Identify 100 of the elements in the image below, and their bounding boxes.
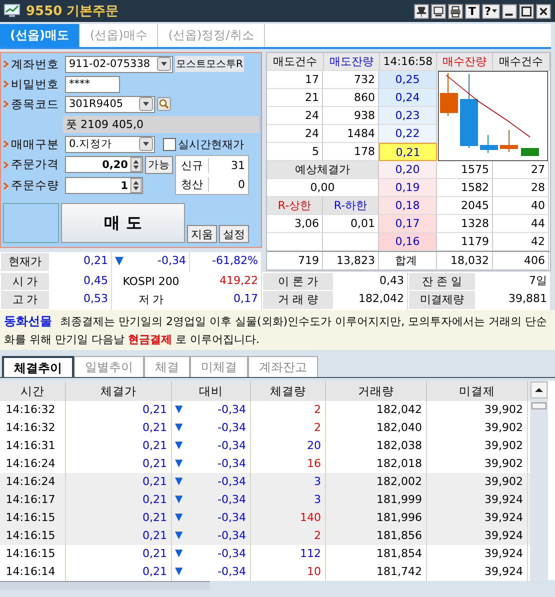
bid-quantity: 2045 bbox=[437, 197, 493, 215]
help-button[interactable]: ? bbox=[482, 4, 500, 18]
font-button[interactable]: T bbox=[464, 4, 480, 18]
clear-button[interactable]: 지움 bbox=[187, 225, 217, 243]
field-label: 주문가격 bbox=[11, 157, 60, 172]
down-sign: ▼ bbox=[175, 439, 183, 453]
spinner-icon[interactable] bbox=[130, 178, 142, 193]
info-value: 7일 bbox=[476, 272, 551, 292]
horizontal-scrollbar[interactable] bbox=[0, 581, 210, 590]
total-bid-count: 406 bbox=[493, 252, 549, 270]
info-value: 0,43 bbox=[334, 272, 408, 292]
view-tab[interactable]: 미체결 bbox=[190, 356, 248, 377]
ask-count: 17 bbox=[267, 71, 323, 89]
bid-quantity: 1328 bbox=[437, 215, 493, 233]
close-icon[interactable] bbox=[536, 4, 551, 18]
quantity-field[interactable]: 1 bbox=[65, 177, 143, 194]
view-tab[interactable]: 체결추이 bbox=[2, 356, 74, 377]
down-sign: ▼ bbox=[175, 529, 183, 543]
table-cell-text: -0,34 bbox=[218, 456, 246, 472]
checkbox[interactable] bbox=[163, 138, 176, 150]
ask-count: 21 bbox=[267, 89, 323, 107]
product-name: 풋 2109 405,0 bbox=[63, 116, 259, 132]
ask-price[interactable]: 0,21 bbox=[379, 143, 437, 161]
ask-count: 24 bbox=[267, 107, 323, 125]
bid-quantity: 1179 bbox=[437, 233, 493, 251]
chevron-icon bbox=[3, 60, 9, 68]
settings-button[interactable]: 설정 bbox=[219, 225, 249, 243]
view-tab[interactable]: 체결 bbox=[144, 356, 190, 377]
notice-text: 동화선물 최종결제는 만기일의 2영업일 이후 실물(외화)인수도가 이루어지지만, 모의투자에서는 거래의 단순화를 위해 만기일 다음날 현금결제 로 이루어집니다. bbox=[0, 310, 555, 350]
table-cell-text: -0,34 bbox=[218, 492, 246, 508]
chevron-icon bbox=[3, 80, 9, 88]
printer-icon[interactable] bbox=[448, 4, 463, 18]
column-header: 매도건수 bbox=[267, 53, 324, 71]
bid-price[interactable]: 0,16 bbox=[379, 233, 437, 251]
info-value: 0,53 bbox=[50, 290, 112, 310]
account-select[interactable]: 911-02-075338 bbox=[65, 56, 173, 72]
bid-count: 27 bbox=[493, 161, 549, 179]
info-label: 현재가 bbox=[0, 252, 50, 272]
ask-price[interactable]: 0,24 bbox=[379, 89, 437, 107]
chevron-icon bbox=[3, 140, 9, 148]
bid-price[interactable]: 0,20 bbox=[379, 161, 437, 179]
table-cell: 39,924 bbox=[427, 563, 528, 581]
position-label: 신규 bbox=[176, 158, 209, 173]
password-field[interactable]: **** bbox=[65, 76, 120, 92]
down-sign: ▼ bbox=[175, 475, 183, 489]
pin-icon[interactable] bbox=[414, 4, 429, 18]
maximize-icon[interactable] bbox=[519, 4, 534, 18]
total-ask-count: 719 bbox=[267, 252, 323, 270]
price-field[interactable]: 0,20 bbox=[65, 156, 143, 173]
info-label: 잔 존 일 bbox=[408, 272, 476, 292]
lower-limit-label: R-하한 bbox=[323, 197, 379, 215]
dropdown-icon[interactable] bbox=[157, 57, 171, 71]
dropdown-icon[interactable] bbox=[139, 137, 153, 151]
column-header: 매수건수 bbox=[493, 53, 550, 71]
scrollbar[interactable] bbox=[530, 381, 548, 580]
table-cell-text: -0,34 bbox=[218, 510, 246, 526]
table-cell-text: -0,34 bbox=[218, 438, 246, 454]
search-icon[interactable] bbox=[157, 97, 171, 111]
sell-button[interactable]: 매 도 bbox=[61, 203, 185, 243]
change-sign: ▼ bbox=[115, 253, 124, 269]
checkbox-label: 실시간현재가 bbox=[178, 136, 244, 152]
down-sign: ▼ bbox=[175, 403, 183, 417]
field-label: 매매구분 bbox=[11, 136, 60, 152]
spinner-icon[interactable] bbox=[130, 157, 142, 172]
total-bid-quantity: 18,032 bbox=[437, 252, 493, 270]
info-value: 0,45 bbox=[50, 272, 112, 292]
code-select[interactable]: 301R9405 bbox=[65, 96, 155, 112]
chevron-icon bbox=[3, 182, 9, 190]
column-header: 14:16:58 bbox=[380, 53, 437, 71]
table-cell-text: -0,34 bbox=[218, 474, 246, 490]
chevron-icon bbox=[3, 100, 9, 108]
window-title: 9550 기본주문 bbox=[26, 3, 120, 20]
down-sign: ▼ bbox=[175, 565, 183, 579]
table-cell-text: -0,34 bbox=[218, 420, 246, 436]
total-ask-quantity: 13,823 bbox=[323, 252, 379, 270]
minimize-icon[interactable] bbox=[502, 4, 517, 18]
chart-icon bbox=[4, 4, 20, 18]
view-tab[interactable]: 일별추이 bbox=[74, 356, 144, 377]
bid-price[interactable]: 0,17 bbox=[379, 215, 437, 233]
dropdown-icon[interactable] bbox=[139, 97, 153, 111]
ask-price[interactable]: 0,25 bbox=[379, 71, 437, 89]
bid-count: 28 bbox=[493, 179, 549, 197]
window-icon[interactable] bbox=[430, 4, 446, 18]
ask-price[interactable]: 0,22 bbox=[379, 125, 437, 143]
view-tab[interactable]: 계좌잔고 bbox=[248, 356, 318, 377]
bid-quantity: 1575 bbox=[437, 161, 493, 179]
ask-price[interactable]: 0,23 bbox=[379, 107, 437, 125]
bid-price[interactable]: 0,19 bbox=[379, 179, 437, 197]
field-label: 주문수량 bbox=[11, 178, 60, 193]
down-sign: ▼ bbox=[175, 493, 183, 507]
available-button[interactable]: 가능 bbox=[145, 156, 173, 174]
info-label: 고 가 bbox=[0, 290, 50, 310]
order-type-select[interactable]: 0.지정가 bbox=[65, 136, 155, 152]
down-sign: ▼ bbox=[175, 511, 183, 525]
bid-price[interactable]: 0,18 bbox=[379, 197, 437, 215]
field-label: 비밀번호 bbox=[11, 76, 60, 92]
info-label: 거 래 량 bbox=[262, 290, 334, 310]
expected-price-label: 예상체결가 bbox=[267, 161, 379, 179]
table-cell-text: -0,34 bbox=[218, 402, 246, 418]
position-value: 0 bbox=[237, 178, 246, 191]
